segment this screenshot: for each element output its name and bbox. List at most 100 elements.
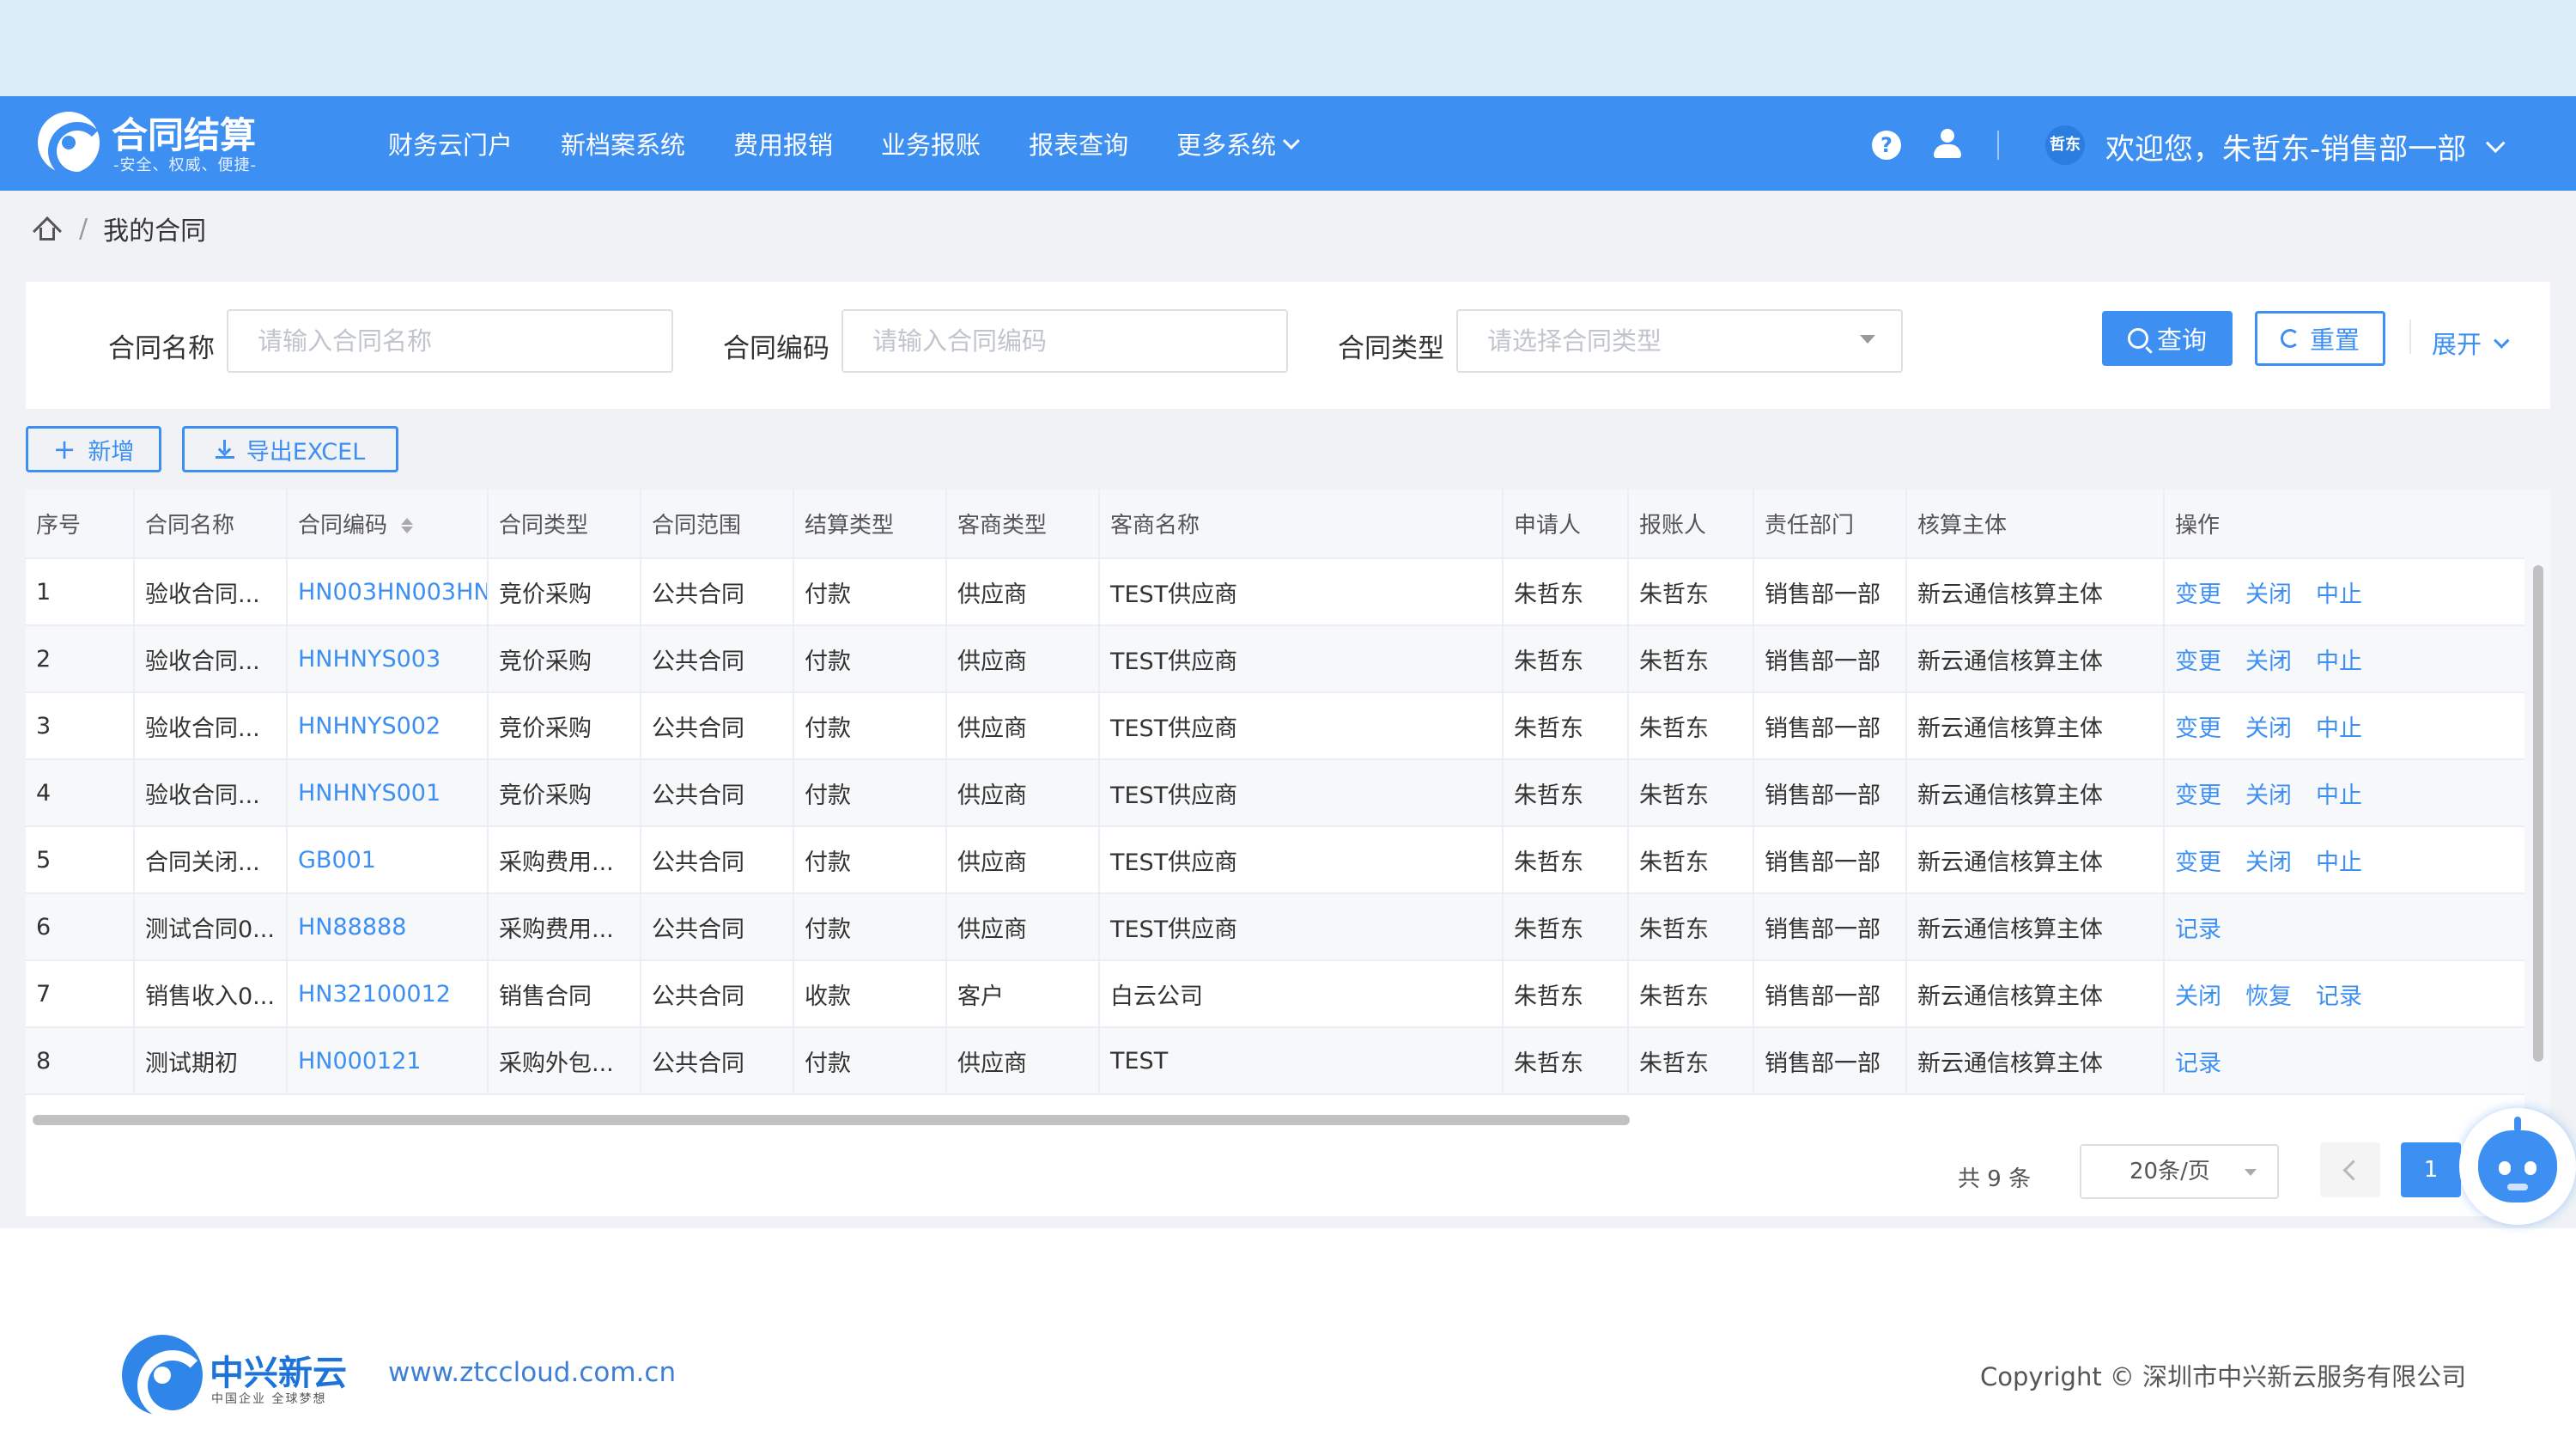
row-action-link[interactable]: 变更 [2175,581,2221,608]
page-number-current[interactable]: 1 [2401,1142,2461,1197]
row-action-link[interactable]: 变更 [2175,715,2221,742]
nav-label: 财务云门户 [388,131,513,160]
cell-settle: 付款 [793,759,947,827]
cell-no: 8 [26,1027,135,1095]
prev-page-button[interactable] [2320,1142,2380,1197]
contract-name-input[interactable]: 请输入合同名称 [227,309,673,373]
table-row[interactable]: 3 验收合同... HNHNYS002 竞价采购 公共合同 付款 供应商 TEST供应商 朱哲东… [26,692,2524,760]
col-header-sortable[interactable]: 合同编码 [287,490,489,559]
app-subtitle: -安全、权威、便捷- [113,156,257,174]
cell-type: 竞价采购 [488,625,641,693]
nav-expense[interactable]: 费用报销 [733,125,833,161]
table-row[interactable]: 5 合同关闭... GB001 采购费用... 公共合同 付款 供应商 TEST供应商 朱哲东朱… [26,826,2524,894]
table-row[interactable]: 7 销售收入0... HN32100012 销售合同 公共合同 收款 客户 白云公司 朱哲东 朱哲… [26,960,2524,1028]
row-action-link[interactable]: 关闭 [2245,648,2292,675]
footer-copyright: Copyright © 深圳市中兴新云服务有限公司 [1980,1362,2467,1391]
nav-more-systems[interactable]: 更多系统 [1176,125,1300,161]
row-action-link[interactable]: 关闭 [2245,581,2292,608]
reset-button[interactable]: 重置 [2255,311,2385,366]
contract-code-input[interactable]: 请输入合同编码 [841,309,1288,373]
cell-code[interactable]: HNHNYS003 [287,625,489,693]
row-action-link[interactable]: 中止 [2316,782,2362,809]
footer-website[interactable]: www.ztccloud.com.cn [388,1357,676,1388]
expand-toggle[interactable]: 展开 [2432,325,2510,361]
page-size-select[interactable]: 20条/页 [2080,1144,2279,1199]
top-band [0,0,2576,96]
cell-settle: 付款 [793,558,947,626]
reset-button-label: 重置 [2309,326,2360,355]
col-header: 结算类型 [793,490,947,559]
table-row[interactable]: 8 测试期初 HN000121 采购外包... 公共合同 付款 供应商 TEST 朱哲东 朱哲东销… [26,1027,2524,1095]
contract-type-select[interactable]: 请选择合同类型 [1456,309,1903,373]
app-logo-icon[interactable] [38,112,106,180]
cell-type: 竞价采购 [488,692,641,760]
row-action-link[interactable]: 记录 [2175,916,2221,943]
cell-settle: 收款 [793,960,947,1028]
cell-code[interactable]: GB001 [287,826,489,894]
table-row[interactable]: 4 验收合同... HNHNYS001 竞价采购 公共合同 付款 供应商 TEST供应商 朱哲东… [26,759,2524,827]
add-button[interactable]: + 新增 [26,426,161,472]
cell-name: 合同关闭... [134,826,288,894]
row-action-link[interactable]: 恢复 [2245,983,2292,1010]
cell-mtype: 供应商 [946,558,1100,626]
download-icon [215,440,234,459]
nav-business-report[interactable]: 业务报账 [881,125,981,161]
help-icon[interactable]: ? [1872,131,1901,160]
cell-code[interactable]: HNHNYS001 [287,759,489,827]
col-header: 核算主体 [1906,490,2165,559]
cell-code[interactable]: HNHNYS002 [287,692,489,760]
chatbot-assistant-icon[interactable] [2459,1108,2576,1225]
row-action-link[interactable]: 变更 [2175,849,2221,876]
cell-ops: 关闭 恢复 记录 [2164,960,2524,1028]
cell-mtype: 供应商 [946,625,1100,693]
row-action-link[interactable]: 记录 [2175,1050,2221,1077]
query-button[interactable]: 查询 [2102,311,2233,366]
cell-code[interactable]: HN32100012 [287,960,489,1028]
cell-scope: 公共合同 [641,625,794,693]
row-action-link[interactable]: 中止 [2316,715,2362,742]
row-action-link[interactable]: 关闭 [2245,715,2292,742]
col-header: 序号 [26,490,135,559]
row-action-link[interactable]: 关闭 [2175,983,2221,1010]
avatar[interactable]: 哲东 [2045,125,2085,165]
row-action-link[interactable]: 中止 [2316,581,2362,608]
cell-scope: 公共合同 [641,759,794,827]
cell-applicant: 朱哲东 [1503,759,1629,827]
nav-label: 费用报销 [733,131,834,160]
user-menu[interactable]: 欢迎您，朱哲东-销售部一部 [2105,125,2506,167]
cell-code[interactable]: HN88888 [287,893,489,961]
table-row[interactable]: 2 验收合同... HNHNYS003 竞价采购 公共合同 付款 供应商 TEST供应商 朱哲东… [26,625,2524,693]
cell-applicant: 朱哲东 [1503,826,1629,894]
row-action-link[interactable]: 关闭 [2245,849,2292,876]
cell-merchant: TEST供应商 [1099,826,1504,894]
row-action-link[interactable]: 变更 [2175,782,2221,809]
nav-report-query[interactable]: 报表查询 [1029,125,1128,161]
table-row[interactable]: 1验收合同...HN003HN003HN003竞价采购公共合同付款供应商TEST… [26,558,2524,626]
cell-reporter: 朱哲东 [1628,759,1754,827]
row-action-link[interactable]: 记录 [2316,983,2362,1010]
nav-archive-system[interactable]: 新档案系统 [561,125,685,161]
vertical-scrollbar-thumb[interactable] [2533,565,2543,1062]
sort-icon[interactable] [401,517,414,533]
nav-finance-portal[interactable]: 财务云门户 [388,125,513,161]
col-header: 客商名称 [1099,490,1504,559]
home-icon[interactable] [33,216,62,246]
horizontal-scrollbar-thumb[interactable] [33,1115,1630,1125]
nav-label: 报表查询 [1029,131,1129,160]
user-switch-icon[interactable] [1932,129,1965,161]
cell-no: 3 [26,692,135,760]
cell-reporter: 朱哲东 [1628,893,1754,961]
cell-mtype: 客户 [946,960,1100,1028]
row-action-link[interactable]: 关闭 [2245,782,2292,809]
cell-reporter: 朱哲东 [1628,1027,1754,1095]
row-action-link[interactable]: 变更 [2175,648,2221,675]
cell-scope: 公共合同 [641,1027,794,1095]
cell-code[interactable]: HN003HN003HN003 [287,558,489,626]
row-action-link[interactable]: 中止 [2316,849,2362,876]
table-row[interactable]: 6 测试合同0... HN88888 采购费用... 公共合同 付款 供应商 TEST供应商朱… [26,893,2524,961]
cell-settle: 付款 [793,692,947,760]
export-excel-button[interactable]: 导出EXCEL [182,426,398,472]
cell-reporter: 朱哲东 [1628,625,1754,693]
cell-code[interactable]: HN000121 [287,1027,489,1095]
row-action-link[interactable]: 中止 [2316,648,2362,675]
